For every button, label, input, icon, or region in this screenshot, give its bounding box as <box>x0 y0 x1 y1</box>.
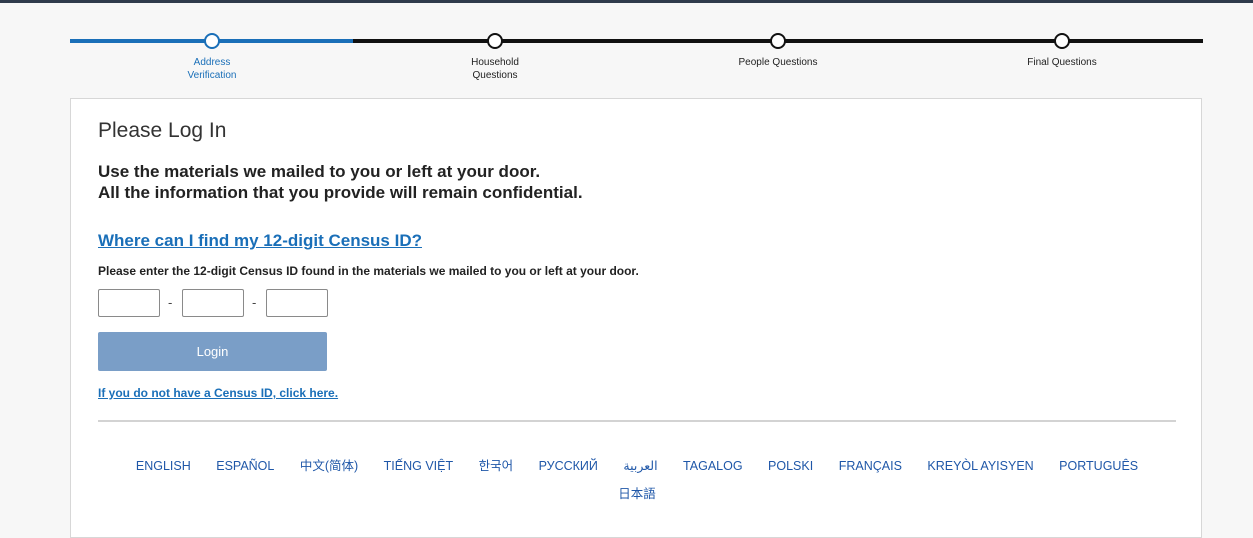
step-label-line: Household <box>471 57 519 68</box>
step-label-address-verification: Address Verification <box>132 56 292 82</box>
lang-link-polish[interactable]: POLSKI <box>768 452 813 480</box>
census-id-instructions: Please enter the 12-digit Census ID foun… <box>98 264 639 278</box>
step-node-household-questions <box>487 33 503 49</box>
census-id-separator: - <box>252 295 257 310</box>
progress-stepper: Address Verification Household Questions… <box>70 30 1203 90</box>
lang-link-japanese[interactable]: 日本語 <box>618 480 656 508</box>
census-id-field-3[interactable] <box>266 289 328 317</box>
page-title: Please Log In <box>98 119 227 142</box>
step-node-address-verification <box>204 33 220 49</box>
lang-link-english[interactable]: ENGLISH <box>136 452 191 480</box>
intro-line: Use the materials we mailed to you or le… <box>98 162 541 181</box>
no-census-id-link[interactable]: If you do not have a Census ID, click he… <box>98 386 338 400</box>
lang-link-korean[interactable]: 한국어 <box>479 452 514 480</box>
step-label-people-questions: People Questions <box>698 56 858 69</box>
language-selector: ENGLISH ESPAÑOL 中文(简体) TIẾNG VIỆT 한국어 РУ… <box>98 452 1176 508</box>
step-node-final-questions <box>1054 33 1070 49</box>
intro-line: All the information that you provide wil… <box>98 183 583 202</box>
lang-link-vietnamese[interactable]: TIẾNG VIỆT <box>384 452 453 480</box>
step-label-line: Verification <box>187 70 237 81</box>
intro-text: Use the materials we mailed to you or le… <box>98 161 583 203</box>
lang-link-tagalog[interactable]: TAGALOG <box>683 452 743 480</box>
lang-link-spanish[interactable]: ESPAÑOL <box>216 452 274 480</box>
step-label-household-questions: Household Questions <box>415 56 575 82</box>
census-id-field-2[interactable] <box>182 289 244 317</box>
lang-link-french[interactable]: FRANÇAIS <box>839 452 902 480</box>
census-id-field-1[interactable] <box>98 289 160 317</box>
login-button[interactable]: Login <box>98 332 327 371</box>
top-border <box>0 0 1253 3</box>
lang-link-russian[interactable]: РУССКИЙ <box>539 452 598 480</box>
login-card: Please Log In Use the materials we maile… <box>70 98 1202 538</box>
census-id-help-link[interactable]: Where can I find my 12-digit Census ID? <box>98 231 422 251</box>
census-id-separator: - <box>168 295 173 310</box>
step-label-line: People Questions <box>738 57 818 68</box>
step-label-line: Address <box>193 57 231 68</box>
step-label-line: Questions <box>472 70 518 81</box>
step-label-final-questions: Final Questions <box>982 56 1142 69</box>
lang-link-haitian-creole[interactable]: KREYÒL AYISYEN <box>927 452 1033 480</box>
step-node-people-questions <box>770 33 786 49</box>
lang-link-portuguese[interactable]: PORTUGUÊS <box>1059 452 1138 480</box>
lang-link-chinese[interactable]: 中文(简体) <box>300 452 358 480</box>
lang-link-arabic[interactable]: العربية <box>623 452 657 480</box>
step-label-line: Final Questions <box>1027 57 1097 68</box>
section-divider <box>98 420 1176 422</box>
